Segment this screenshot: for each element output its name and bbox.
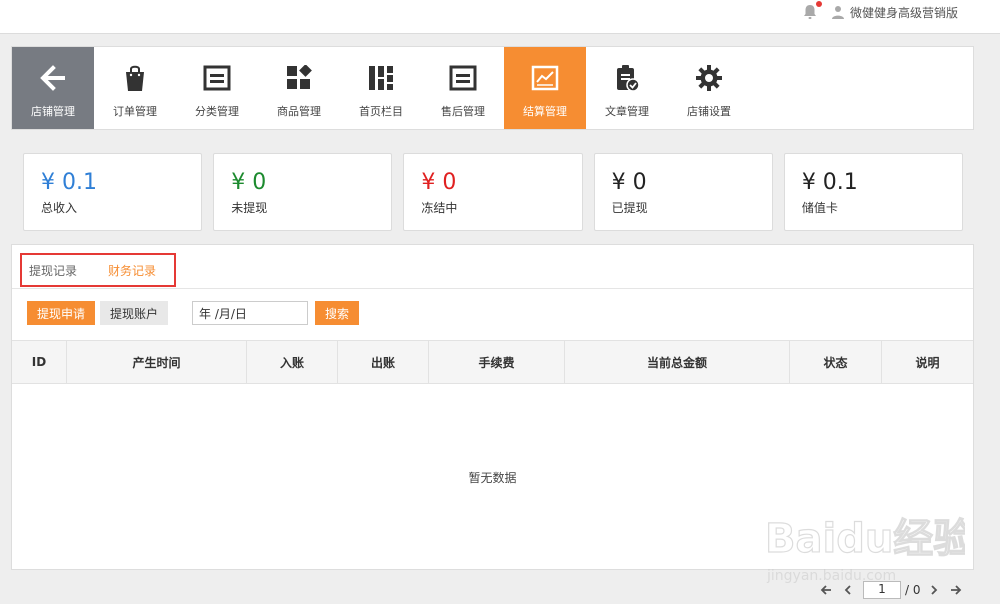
chart-icon — [530, 63, 560, 93]
last-page-icon[interactable] — [947, 581, 965, 599]
record-tabs: 提现记录 财务记录 — [20, 253, 176, 287]
stat-label: 已提现 — [611, 201, 648, 215]
column-header[interactable]: ID — [12, 341, 67, 383]
baidu-watermark-logo: Baidu经验 jingyan.baidu.com — [765, 515, 965, 584]
user-name: 微健健身高级营销版 — [850, 5, 959, 20]
stat-value: ¥ 0 — [611, 170, 647, 195]
nav-item-settlement[interactable]: 结算管理 — [504, 47, 586, 129]
stat-stored-value-card: ¥ 0.1 储值卡 — [783, 153, 964, 231]
nav-item-after-sales[interactable]: 售后管理 — [422, 47, 504, 129]
filter-toolbar: 提现申请 提现账户 年 /月/日 搜索 — [27, 301, 360, 325]
stat-label: 总收入 — [41, 201, 78, 215]
nav-item-label: 订单管理 — [113, 105, 157, 118]
notification-bell-icon[interactable] — [801, 1, 822, 23]
stat-total-income: ¥ 0.1 总收入 — [23, 153, 203, 231]
nav-item-orders[interactable]: 订单管理 — [94, 47, 176, 129]
table-header: ID 产生时间 入账 出账 手续费 当前总金额 状态 说明 — [12, 340, 973, 384]
user-icon — [832, 6, 844, 19]
top-bar: 微健健身高级营销版 — [0, 0, 1000, 34]
column-header[interactable]: 入账 — [247, 341, 338, 383]
nav-back-label: 店铺管理 — [31, 105, 75, 118]
nav-item-store-settings[interactable]: 店铺设置 — [668, 47, 750, 129]
date-input[interactable]: 年 /月/日 — [192, 301, 309, 325]
tab-withdraw-record[interactable]: 提现记录 — [29, 262, 77, 279]
stat-value: ¥ 0 — [421, 170, 457, 195]
nav-item-label: 文章管理 — [605, 105, 649, 118]
column-header[interactable]: 当前总金额 — [565, 341, 790, 383]
column-header[interactable]: 产生时间 — [67, 341, 247, 383]
tabs-divider — [12, 288, 973, 289]
first-page-icon[interactable] — [817, 581, 835, 599]
date-placeholder: 年 /月/日 — [199, 306, 247, 321]
service-icon — [448, 63, 478, 93]
columns-icon — [366, 63, 396, 93]
stat-value: ¥ 0 — [231, 170, 267, 195]
clipboard-check-icon — [612, 63, 642, 93]
category-icon — [202, 63, 232, 93]
column-header[interactable]: 说明 — [882, 341, 973, 383]
stat-label: 冻结中 — [421, 201, 458, 215]
watermark-main-text: Baidu经验 — [765, 516, 965, 562]
nav-item-homepage-columns[interactable]: 首页栏目 — [340, 47, 422, 129]
grid-icon — [284, 63, 314, 93]
column-header[interactable]: 手续费 — [429, 341, 565, 383]
nav-item-label: 结算管理 — [523, 105, 567, 118]
tab-finance-record[interactable]: 财务记录 — [108, 262, 156, 279]
summary-stats: ¥ 0.1 总收入 ¥ 0 未提现 ¥ 0 冻结中 ¥ 0 已提现 ¥ 0.1 … — [23, 153, 964, 231]
nav-item-label: 店铺设置 — [687, 105, 731, 118]
arrow-left-icon — [38, 63, 68, 93]
stat-withdrawn: ¥ 0 已提现 — [593, 153, 773, 231]
stat-frozen: ¥ 0 冻结中 — [403, 153, 583, 231]
stat-label: 未提现 — [231, 201, 268, 215]
nav-item-categories[interactable]: 分类管理 — [176, 47, 258, 129]
stat-value: ¥ 0.1 — [41, 170, 97, 195]
withdraw-account-button[interactable]: 提现账户 — [100, 301, 169, 325]
nav-item-articles[interactable]: 文章管理 — [586, 47, 668, 129]
empty-state-text: 暂无数据 — [468, 471, 517, 485]
nav-item-label: 售后管理 — [441, 105, 485, 118]
stat-not-withdrawn: ¥ 0 未提现 — [213, 153, 393, 231]
nav-item-label: 商品管理 — [277, 105, 321, 118]
nav-back-store-management[interactable]: 店铺管理 — [12, 47, 94, 129]
nav-item-products[interactable]: 商品管理 — [258, 47, 340, 129]
stat-label: 储值卡 — [801, 201, 838, 215]
user-menu[interactable]: 微健健身高级营销版 — [831, 3, 958, 21]
nav-item-label: 分类管理 — [195, 105, 239, 118]
withdraw-apply-button[interactable]: 提现申请 — [27, 301, 96, 325]
gear-icon — [694, 63, 724, 93]
shopping-bag-icon — [120, 63, 150, 93]
page-number-input[interactable]: 1 — [863, 581, 901, 599]
search-button[interactable]: 搜索 — [315, 301, 360, 325]
column-header[interactable]: 状态 — [790, 341, 882, 383]
prev-page-icon[interactable] — [839, 581, 857, 599]
column-header[interactable]: 出账 — [338, 341, 429, 383]
next-page-icon[interactable] — [925, 581, 943, 599]
page-total: / 0 — [905, 583, 921, 597]
module-nav: 店铺管理 订单管理 分类管理 商品管理 首页栏目 售后管理 结算管理 文章管理 … — [11, 46, 974, 130]
nav-item-label: 首页栏目 — [359, 105, 403, 118]
notification-dot — [816, 1, 822, 7]
stat-value: ¥ 0.1 — [801, 170, 858, 195]
pagination: 1 / 0 — [817, 580, 969, 600]
